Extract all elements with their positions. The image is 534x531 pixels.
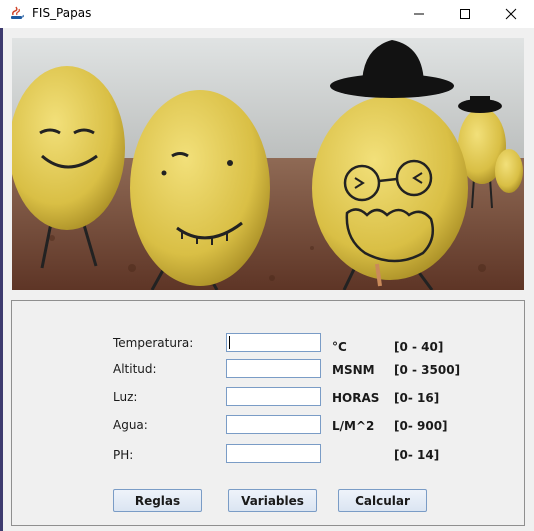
light-input[interactable] [226, 387, 321, 406]
temperature-range: [0 - 40] [394, 340, 444, 354]
rules-button[interactable]: Reglas [113, 489, 202, 512]
water-label: Agua: [113, 418, 148, 432]
variables-button[interactable]: Variables [228, 489, 317, 512]
water-range: [0- 900] [394, 419, 448, 433]
minimize-icon [414, 13, 424, 15]
ph-input[interactable] [226, 444, 321, 463]
altitude-input[interactable] [226, 359, 321, 378]
input-form-panel: Temperatura: °C [0 - 40] Altitud: MSNM [… [11, 300, 525, 526]
altitude-range: [0 - 3500] [394, 363, 461, 377]
temperature-input[interactable] [226, 333, 321, 352]
maximize-button[interactable] [442, 0, 488, 28]
light-label: Luz: [113, 390, 138, 404]
altitude-label: Altitud: [113, 362, 157, 376]
light-unit: HORAS [332, 391, 380, 405]
close-icon [505, 8, 517, 20]
temperature-label: Temperatura: [113, 336, 194, 350]
water-unit: L/M^2 [332, 419, 375, 433]
ph-label: PH: [113, 448, 134, 462]
light-range: [0- 16] [394, 391, 440, 405]
minimize-button[interactable] [396, 0, 442, 28]
java-app-icon [9, 5, 25, 21]
window-left-edge [0, 28, 3, 531]
calculate-button[interactable]: Calcular [338, 489, 427, 512]
title-bar[interactable]: FIS_Papas [0, 0, 534, 28]
altitude-unit: MSNM [332, 363, 375, 377]
ph-range: [0- 14] [394, 448, 440, 462]
potato-banner-image [12, 38, 524, 290]
close-button[interactable] [488, 0, 534, 28]
water-input[interactable] [226, 415, 321, 434]
window-title: FIS_Papas [32, 6, 92, 20]
temperature-unit: °C [332, 340, 347, 354]
maximize-icon [460, 9, 470, 19]
app-window: FIS_Papas Temperatura: °C [0 - 40] Altit… [0, 0, 534, 531]
